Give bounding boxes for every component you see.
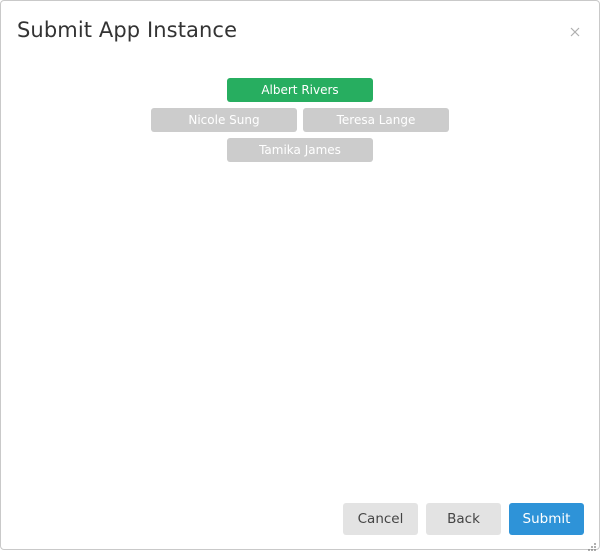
recipient-chip-teresa-lange[interactable]: Teresa Lange bbox=[303, 108, 449, 132]
submit-button[interactable]: Submit bbox=[509, 503, 584, 535]
cancel-button[interactable]: Cancel bbox=[343, 503, 418, 535]
recipient-chip-albert-rivers[interactable]: Albert Rivers bbox=[227, 78, 373, 102]
recipient-chip-nicole-sung[interactable]: Nicole Sung bbox=[151, 108, 297, 132]
close-button[interactable] bbox=[567, 24, 583, 40]
submit-app-instance-dialog: Submit App Instance Albert Rivers Nicole… bbox=[0, 0, 600, 551]
resize-grip-icon bbox=[588, 543, 596, 551]
dialog-title: Submit App Instance bbox=[17, 18, 238, 42]
recipient-chip-tamika-james[interactable]: Tamika James bbox=[227, 138, 373, 162]
back-button[interactable]: Back bbox=[426, 503, 501, 535]
close-icon bbox=[570, 27, 580, 37]
resize-handle[interactable] bbox=[587, 537, 597, 551]
